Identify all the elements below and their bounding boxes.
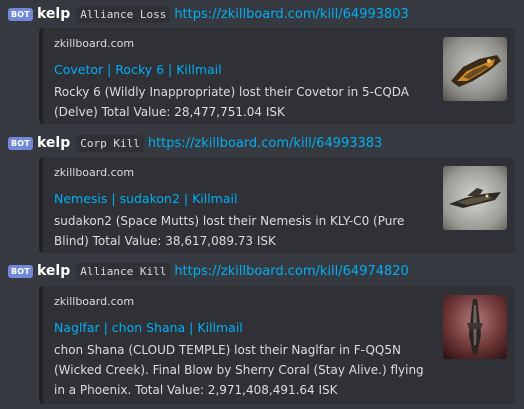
bot-tag: BOT	[8, 264, 33, 278]
username[interactable]: kelp	[37, 135, 70, 151]
nemesis-ship-thumbnail[interactable]	[443, 166, 507, 230]
link-embed: zkillboard.com Naglfar | chon Shana | Ki…	[39, 286, 515, 404]
inline-code-tag: Corp Kill	[76, 134, 144, 152]
message-link[interactable]: https://zkillboard.com/kill/64993803	[174, 7, 409, 22]
link-embed: zkillboard.com Nemesis | sudakon2 | Kill…	[39, 157, 515, 253]
embed-description: chon Shana (CLOUD TEMPLE) lost their Nag…	[54, 343, 424, 397]
bot-tag: BOT	[8, 7, 33, 21]
embed-provider: zkillboard.com	[54, 37, 135, 50]
embed-title-link[interactable]: Covetor | Rocky 6 | Killmail	[54, 62, 222, 77]
inline-code-tag: Alliance Kill	[76, 262, 171, 280]
embed-provider: zkillboard.com	[54, 295, 135, 308]
naglfar-ship-thumbnail[interactable]	[443, 295, 507, 359]
inline-code-tag: Alliance Loss	[76, 5, 171, 23]
message-link[interactable]: https://zkillboard.com/kill/64993383	[148, 136, 383, 151]
embed-description: sudakon2 (Space Mutts) lost their Nemesi…	[54, 214, 405, 248]
embed-title-link[interactable]: Nemesis | sudakon2 | Killmail	[54, 191, 237, 206]
username[interactable]: kelp	[37, 6, 70, 22]
bot-tag: BOT	[8, 136, 33, 150]
embed-title-link[interactable]: Naglfar | chon Shana | Killmail	[54, 320, 243, 335]
embed-description: Rocky 6 (Wildly Inappropriate) lost thei…	[54, 85, 410, 119]
message-link[interactable]: https://zkillboard.com/kill/64974820	[174, 264, 409, 279]
username[interactable]: kelp	[37, 263, 70, 279]
message-header: BOT kelp Corp Kill https://zkillboard.co…	[8, 133, 382, 153]
link-embed: zkillboard.com Covetor | Rocky 6 | Killm…	[39, 28, 515, 124]
covetor-ship-thumbnail[interactable]	[443, 37, 507, 101]
message-header: BOT kelp Alliance Loss https://zkillboar…	[8, 4, 409, 24]
embed-provider: zkillboard.com	[54, 166, 135, 179]
message-header: BOT kelp Alliance Kill https://zkillboar…	[8, 261, 409, 281]
